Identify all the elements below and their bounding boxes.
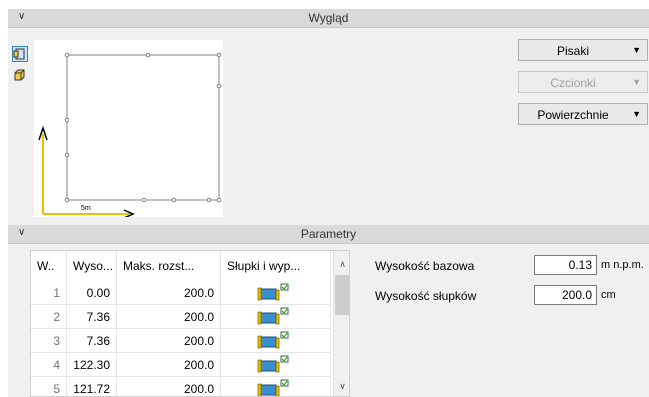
dropdown-arrow-icon: ▼ <box>632 109 641 119</box>
table-row[interactable]: 3 7.36 200.0 <box>31 329 333 353</box>
field-label-post-height: Wysokość słupków <box>375 289 477 303</box>
section-header-parametry[interactable]: ∨ Parametry <box>8 225 649 244</box>
posts-cell[interactable] <box>221 305 331 329</box>
post-icon <box>257 331 289 349</box>
height-cell[interactable]: 0.00 <box>67 281 117 305</box>
post-icon <box>257 283 289 301</box>
scroll-down-icon[interactable]: ∨ <box>334 381 349 392</box>
section-title-parametry: Parametry <box>300 227 357 241</box>
row-index: 5 <box>31 377 67 396</box>
scroll-up-icon[interactable]: ∧ <box>334 259 349 270</box>
table-row[interactable]: 1 0.00 200.0 <box>31 281 333 305</box>
scale-label: 5m <box>81 205 91 212</box>
3d-view-icon[interactable] <box>12 68 28 84</box>
2d-view-icon[interactable] <box>12 46 28 62</box>
max-spacing-cell[interactable]: 200.0 <box>117 305 221 329</box>
field-label-base-height: Wysokość bazowa <box>375 259 475 273</box>
max-spacing-cell[interactable]: 200.0 <box>117 329 221 353</box>
posts-cell[interactable] <box>221 353 331 377</box>
posts-cell[interactable] <box>221 377 331 396</box>
post-icon <box>257 355 289 373</box>
czcionki-dropdown[interactable]: Czcionki ▼ <box>518 71 648 93</box>
height-cell[interactable]: 7.36 <box>67 305 117 329</box>
posts-cell[interactable] <box>221 329 331 353</box>
powierzchnie-label: Powierzchnie <box>537 108 609 122</box>
pisaki-label: Pisaki <box>556 44 589 58</box>
post-height-input[interactable]: 200.0 <box>534 285 597 305</box>
row-index: 4 <box>31 353 67 377</box>
column-header[interactable]: W.. <box>31 251 67 281</box>
dropdown-arrow-icon: ▼ <box>632 77 641 87</box>
column-header[interactable]: Wyso... <box>67 251 117 281</box>
dropdown-arrow-icon: ▼ <box>632 45 641 55</box>
height-cell[interactable]: 122.30 <box>67 353 117 377</box>
max-spacing-cell[interactable]: 200.0 <box>117 353 221 377</box>
post-icon <box>257 307 289 325</box>
table-row[interactable]: 5 121.72 200.0 <box>31 377 333 396</box>
table-scrollbar[interactable]: ∧ ∨ <box>333 251 349 396</box>
powierzchnie-dropdown[interactable]: Powierzchnie ▼ <box>518 103 648 125</box>
base-height-input[interactable]: 0.13 <box>534 255 597 275</box>
czcionki-label: Czcionki <box>550 76 596 90</box>
row-index: 1 <box>31 281 67 305</box>
parameters-table: W.. Wyso... Maks. rozst... Słupki i wyp.… <box>30 250 350 397</box>
max-spacing-cell[interactable]: 200.0 <box>117 377 221 396</box>
preview-drawing: 5m <box>38 52 222 219</box>
layout-preview: 5m <box>34 40 223 219</box>
max-spacing-cell[interactable]: 200.0 <box>117 281 221 305</box>
row-index: 2 <box>31 305 67 329</box>
column-header[interactable]: Maks. rozst... <box>117 251 221 281</box>
row-index: 3 <box>31 329 67 353</box>
table-row[interactable]: 2 7.36 200.0 <box>31 305 333 329</box>
posts-cell[interactable] <box>221 281 331 305</box>
height-cell[interactable]: 121.72 <box>67 377 117 396</box>
height-cell[interactable]: 7.36 <box>67 329 117 353</box>
base-height-unit: m n.p.m. <box>601 259 644 271</box>
table-row[interactable]: 4 122.30 200.0 <box>31 353 333 377</box>
table-header: W.. Wyso... Maks. rozst... Słupki i wyp.… <box>31 251 333 281</box>
pisaki-dropdown[interactable]: Pisaki ▼ <box>518 39 648 61</box>
scrollbar-thumb[interactable] <box>335 275 349 315</box>
post-icon <box>257 379 289 396</box>
section-header-wyglad[interactable]: ∨ Wygląd <box>8 9 649 28</box>
section-title-wyglad: Wygląd <box>308 11 349 25</box>
post-height-unit: cm <box>601 289 616 301</box>
column-header[interactable]: Słupki i wyp... <box>221 251 331 281</box>
